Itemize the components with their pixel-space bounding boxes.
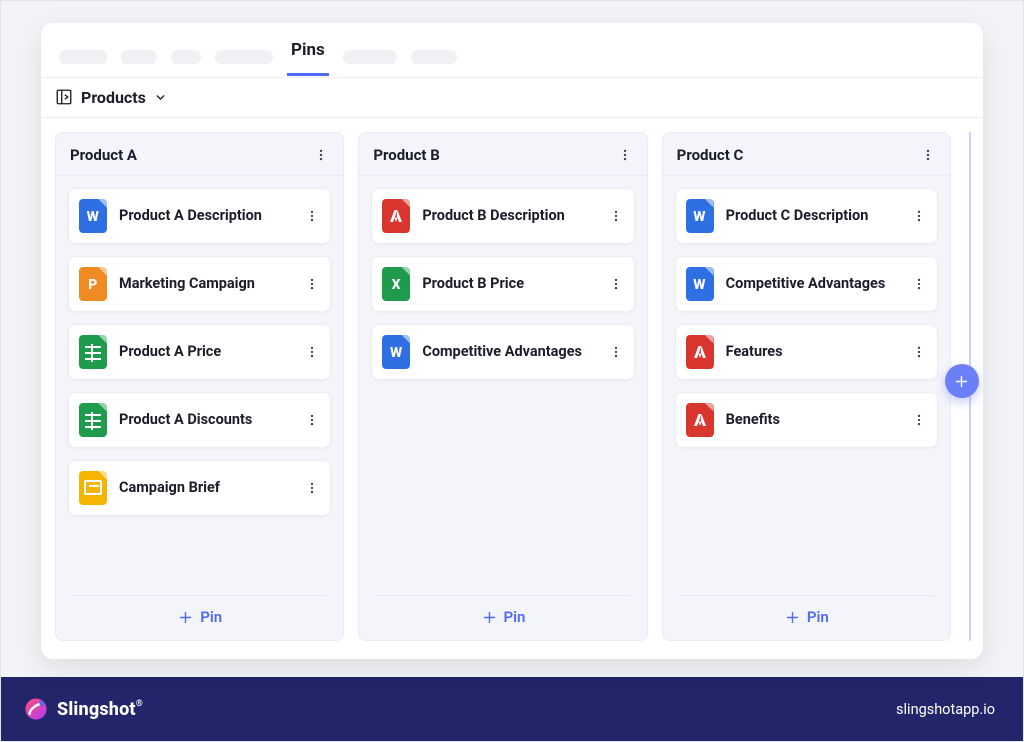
tab-placeholder[interactable] (59, 50, 107, 64)
pin-card-title: Features (726, 343, 897, 360)
sheets-file-icon (79, 403, 107, 437)
breadcrumb: Products (41, 77, 983, 118)
word-file-icon: W (686, 267, 714, 301)
tab-placeholder[interactable] (411, 50, 457, 64)
gslides-file-icon (79, 471, 107, 505)
pin-card-menu-button[interactable] (302, 206, 322, 226)
pin-card-menu-button[interactable] (302, 410, 322, 430)
pin-card-menu-button[interactable] (606, 342, 626, 362)
tab-placeholder[interactable] (215, 50, 273, 64)
pin-card-menu-button[interactable] (606, 206, 626, 226)
brand-url[interactable]: slingshotapp.io (896, 701, 995, 718)
brand-logo: Slingshot® (23, 696, 143, 722)
pin-card-title: Product A Price (119, 343, 290, 360)
pin-card-title: Benefits (726, 411, 897, 428)
column-cards: W Product C Description W Competitive Advan… (663, 176, 950, 591)
chevron-down-icon[interactable] (154, 91, 167, 104)
pin-card-menu-button[interactable] (302, 342, 322, 362)
pin-card[interactable]: Product A Price (68, 324, 331, 380)
board-column: Product C W Product C Description W Competit… (662, 132, 951, 641)
pin-card-title: Product C Description (726, 207, 897, 224)
pin-card[interactable]: Product B Description (371, 188, 634, 244)
word-file-icon: W (686, 199, 714, 233)
column-cards: Product B Description X Product B Price W Co… (359, 176, 646, 591)
pin-card[interactable]: P Marketing Campaign (68, 256, 331, 312)
add-pin-button[interactable]: Pin (72, 595, 327, 626)
add-column-button[interactable] (945, 364, 979, 398)
add-pin-button[interactable]: Pin (375, 595, 630, 626)
pdf-file-icon (382, 199, 410, 233)
layout-icon (55, 88, 73, 106)
pin-card-menu-button[interactable] (606, 274, 626, 294)
tab-pins[interactable]: Pins (287, 39, 329, 76)
column-title: Product B (373, 146, 439, 164)
column-header: Product B (359, 133, 646, 176)
pin-card[interactable]: W Product A Description (68, 188, 331, 244)
add-pin-label: Pin (504, 608, 526, 626)
column-title: Product C (677, 146, 744, 164)
column-menu-button[interactable] (311, 145, 331, 165)
brand-bar: Slingshot® slingshotapp.io (1, 677, 1023, 741)
pin-card-menu-button[interactable] (302, 478, 322, 498)
pdf-file-icon (686, 335, 714, 369)
pin-card-menu-button[interactable] (909, 342, 929, 362)
pin-card[interactable]: X Product B Price (371, 256, 634, 312)
pin-card-title: Product B Description (422, 207, 593, 224)
tab-placeholder[interactable] (343, 50, 397, 64)
column-cards: W Product A Description P Marketing Campaig… (56, 176, 343, 591)
brand-name: Slingshot® (57, 699, 143, 720)
ppt-file-icon: P (79, 267, 107, 301)
word-file-icon: W (79, 199, 107, 233)
word-file-icon: W (382, 335, 410, 369)
slingshot-logo-icon (23, 696, 49, 722)
pin-card-title: Campaign Brief (119, 479, 290, 496)
add-column-rail (965, 132, 975, 641)
column-menu-button[interactable] (615, 145, 635, 165)
pin-card-title: Product B Price (422, 275, 593, 292)
pin-card[interactable]: Features (675, 324, 938, 380)
tabs-row: Pins (41, 23, 983, 76)
pin-card-menu-button[interactable] (909, 410, 929, 430)
pin-card-title: Competitive Advantages (422, 343, 593, 360)
excel-file-icon: X (382, 267, 410, 301)
add-pin-label: Pin (807, 608, 829, 626)
app-window: Pins Products Product AWProduct A De (41, 23, 983, 659)
pin-card[interactable]: W Competitive Advantages (675, 256, 938, 312)
pin-card-menu-button[interactable] (909, 274, 929, 294)
board-column: Product A W Product A Description P Marketin… (55, 132, 344, 641)
sheets-file-icon (79, 335, 107, 369)
pin-card-menu-button[interactable] (909, 206, 929, 226)
board-column: Product BProduct B DescriptionXProduct B… (358, 132, 647, 641)
pin-card-title: Product A Discounts (119, 411, 290, 428)
add-pin-label: Pin (200, 608, 222, 626)
tab-placeholder[interactable] (171, 50, 201, 64)
tab-placeholder[interactable] (121, 50, 157, 64)
column-header: Product A (56, 133, 343, 176)
pin-card[interactable]: Benefits (675, 392, 938, 448)
pin-card[interactable]: Campaign Brief (68, 460, 331, 516)
pdf-file-icon (686, 403, 714, 437)
pin-card-title: Marketing Campaign (119, 275, 290, 292)
pin-card-menu-button[interactable] (302, 274, 322, 294)
pin-card[interactable]: W Competitive Advantages (371, 324, 634, 380)
pin-card[interactable]: W Product C Description (675, 188, 938, 244)
pin-card-title: Product A Description (119, 207, 290, 224)
column-header: Product C (663, 133, 950, 176)
pin-card-title: Competitive Advantages (726, 275, 897, 292)
add-pin-button[interactable]: Pin (679, 595, 934, 626)
page-frame: Pins Products Product AWProduct A De (0, 0, 1024, 742)
board: Product A W Product A Description P Marketin… (41, 118, 983, 659)
breadcrumb-title[interactable]: Products (81, 88, 146, 107)
pin-card[interactable]: Product A Discounts (68, 392, 331, 448)
column-title: Product A (70, 146, 137, 164)
column-menu-button[interactable] (918, 145, 938, 165)
